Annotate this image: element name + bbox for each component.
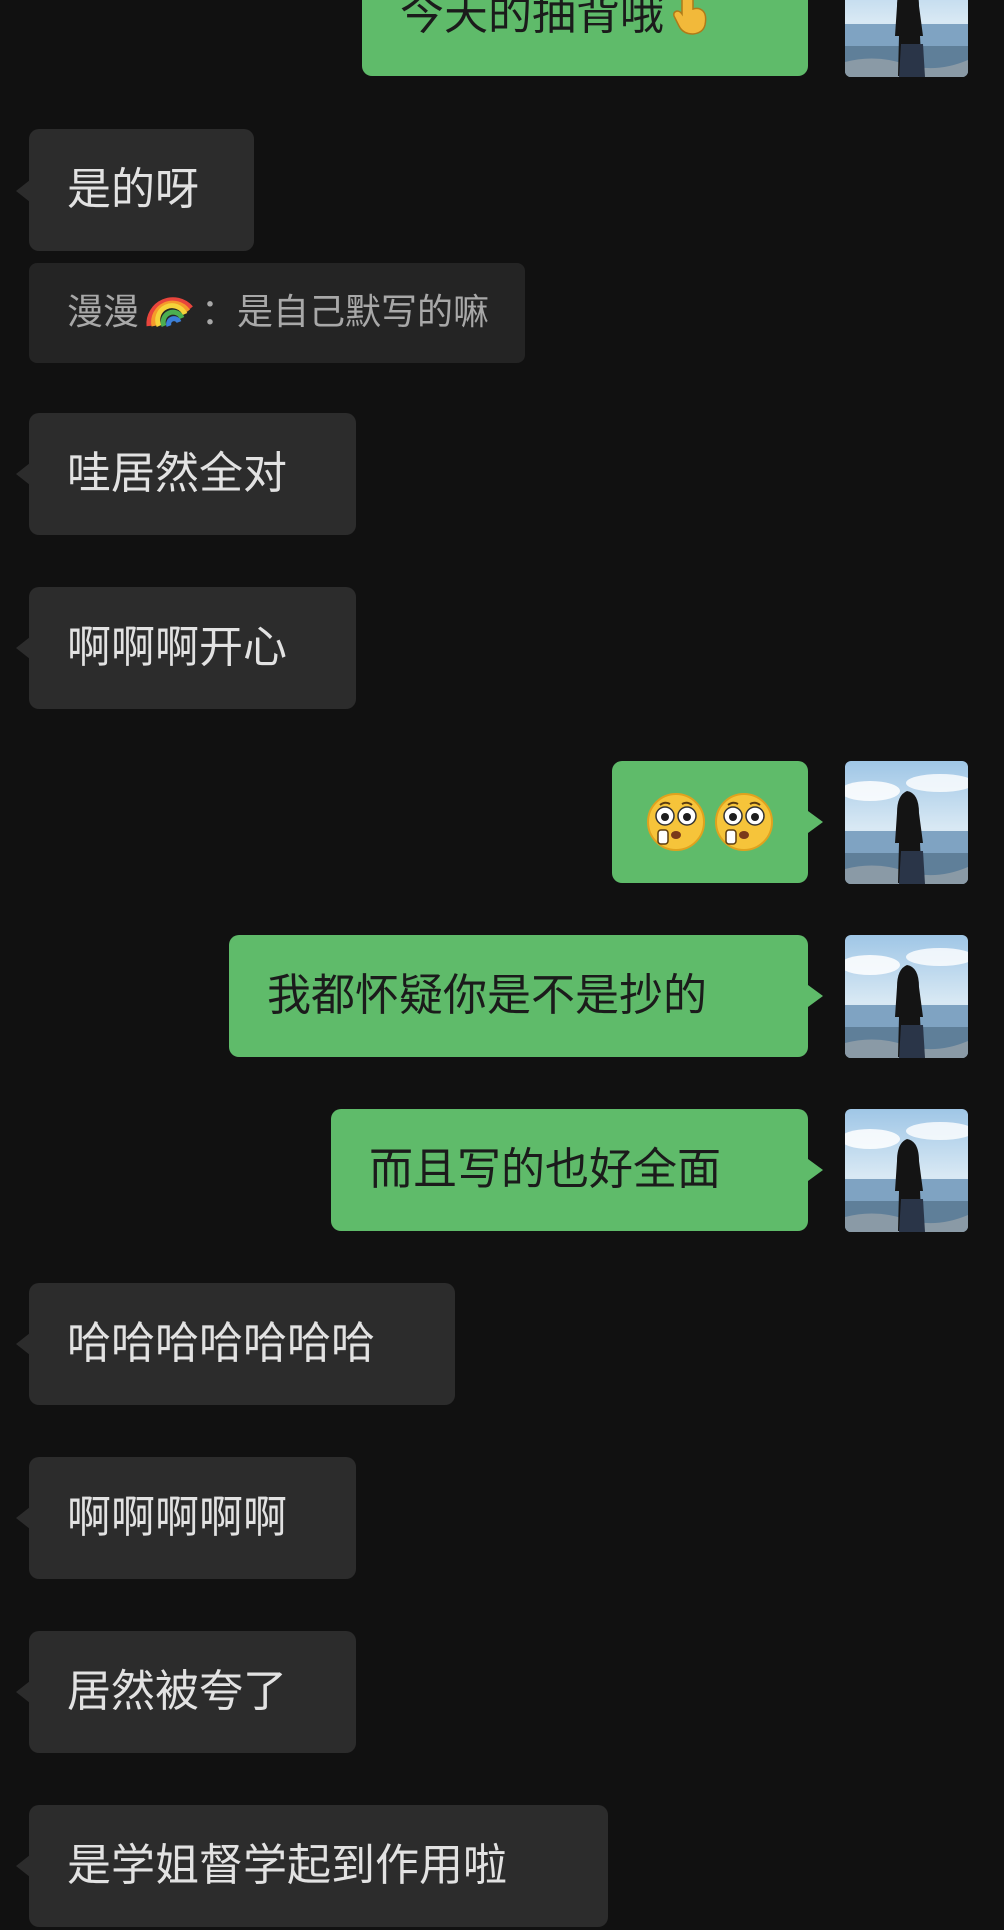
my-avatar[interactable] (845, 935, 968, 1058)
message-text: 是的呀 (67, 164, 199, 215)
outgoing-message-bubble[interactable]: 我都怀疑你是不是抄的 (229, 935, 808, 1057)
message-text: 而且写的也好全面 (369, 1144, 721, 1195)
incoming-message-bubble[interactable]: 啊啊啊啊啊 (29, 1457, 356, 1579)
emoji-group (646, 792, 774, 852)
chat-message-list[interactable]: 今天的抽背哦 是的呀 漫漫 ：是自己默写的嘛 哇居然全对 啊啊啊开心 我都怀疑你… (0, 0, 1004, 1930)
outgoing-message-bubble[interactable]: 而且写的也好全面 (331, 1109, 808, 1231)
my-avatar[interactable] (845, 0, 968, 77)
bubble-tail (16, 463, 30, 485)
bubble-tail (808, 985, 823, 1007)
pointing-finger-icon (673, 0, 707, 35)
incoming-message-bubble[interactable]: 啊啊啊开心 (29, 587, 356, 709)
bubble-tail (16, 1333, 30, 1355)
incoming-message-bubble[interactable]: 居然被夸了 (29, 1631, 356, 1753)
bubble-tail (16, 1681, 30, 1703)
message-text: 是学姐督学起到作用啦 (67, 1840, 507, 1891)
message-text: 今天的抽背哦 (400, 0, 664, 40)
incoming-message-bubble[interactable]: 是学姐督学起到作用啦 (29, 1805, 608, 1927)
outgoing-message-bubble[interactable]: 今天的抽背哦 (362, 0, 808, 76)
message-text: 居然被夸了 (67, 1666, 287, 1717)
incoming-message-bubble[interactable]: 哈哈哈哈哈哈哈 (29, 1283, 455, 1405)
message-text: 我都怀疑你是不是抄的 (267, 970, 707, 1021)
bubble-tail (16, 637, 30, 659)
bubble-tail (16, 1855, 30, 1877)
incoming-message-bubble[interactable]: 是的呀 (29, 129, 254, 251)
outgoing-message-bubble[interactable] (612, 761, 808, 883)
flushed-face-icon (646, 792, 706, 852)
quote-sender: 漫漫 (67, 292, 140, 333)
quote-text: 是自己默写的嘛 (237, 292, 490, 333)
message-text: 哇居然全对 (67, 448, 287, 499)
message-text: 啊啊啊啊啊 (67, 1492, 287, 1543)
bubble-tail (16, 180, 30, 202)
my-avatar[interactable] (845, 761, 968, 884)
quote-separator: ： (201, 292, 238, 333)
bubble-tail (808, 811, 823, 833)
rainbow-icon (146, 297, 193, 328)
incoming-message-bubble[interactable]: 哇居然全对 (29, 413, 356, 535)
quoted-message[interactable]: 漫漫 ：是自己默写的嘛 (29, 263, 526, 363)
my-avatar[interactable] (845, 1109, 968, 1232)
bubble-tail (808, 1159, 823, 1181)
bubble-tail (16, 1507, 30, 1529)
message-text: 哈哈哈哈哈哈哈 (67, 1318, 375, 1369)
message-text: 啊啊啊开心 (67, 622, 287, 673)
flushed-face-icon (714, 792, 774, 852)
